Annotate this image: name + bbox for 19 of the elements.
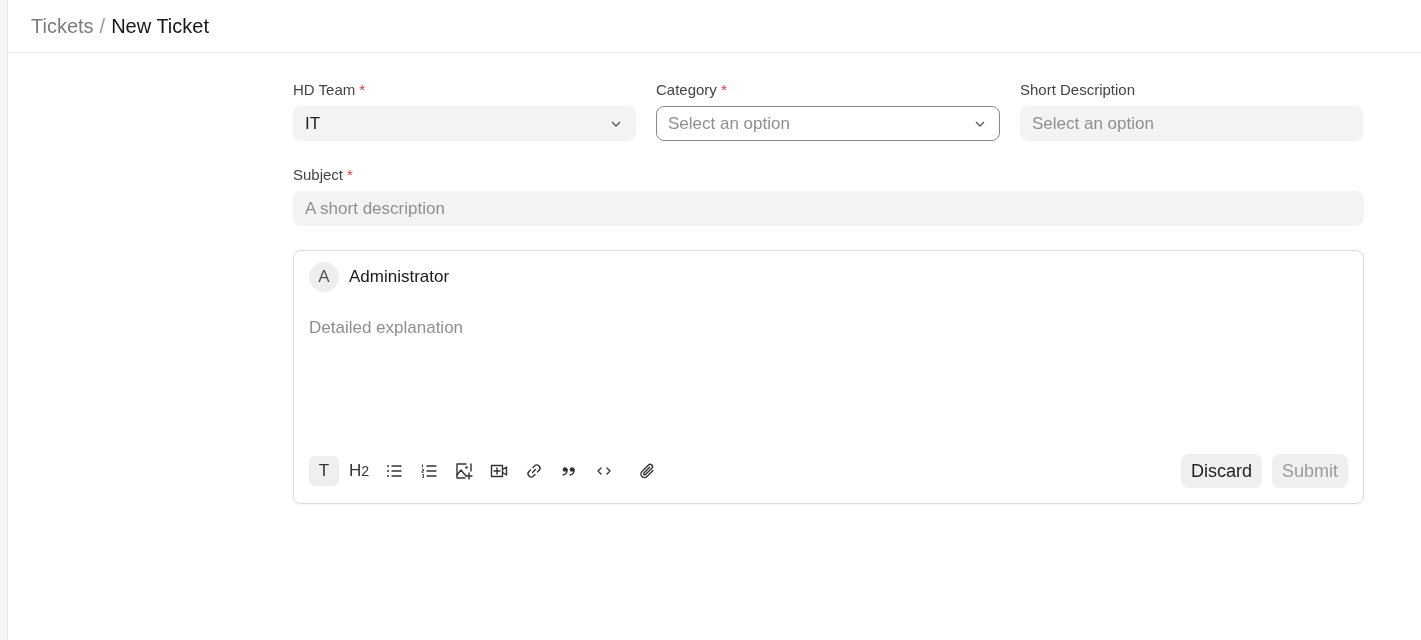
avatar: A — [309, 262, 339, 292]
field-label: HD Team — [293, 81, 356, 99]
author-name: Administrator — [349, 267, 450, 287]
breadcrumb-link[interactable]: Tickets — [31, 14, 94, 38]
select-field[interactable]: Select an option — [656, 106, 1000, 141]
input-field[interactable]: Select an option — [1020, 106, 1363, 141]
input-field[interactable]: A short description — [293, 191, 1364, 226]
discard-button[interactable]: Discard — [1180, 454, 1262, 488]
text-editor[interactable]: Detailed explanation — [309, 318, 1348, 454]
field-label: Subject — [293, 166, 344, 184]
field-label: Short Description — [1020, 81, 1136, 99]
required-mark: * — [359, 81, 366, 99]
field-label: Category — [656, 81, 717, 99]
select-field[interactable]: IT — [293, 106, 636, 141]
required-mark: * — [347, 166, 353, 184]
page-title: New Ticket — [111, 14, 209, 38]
text-format-button[interactable]: T — [309, 456, 339, 486]
breadcrumb-separator: / — [99, 14, 106, 38]
required-mark: * — [720, 81, 727, 99]
